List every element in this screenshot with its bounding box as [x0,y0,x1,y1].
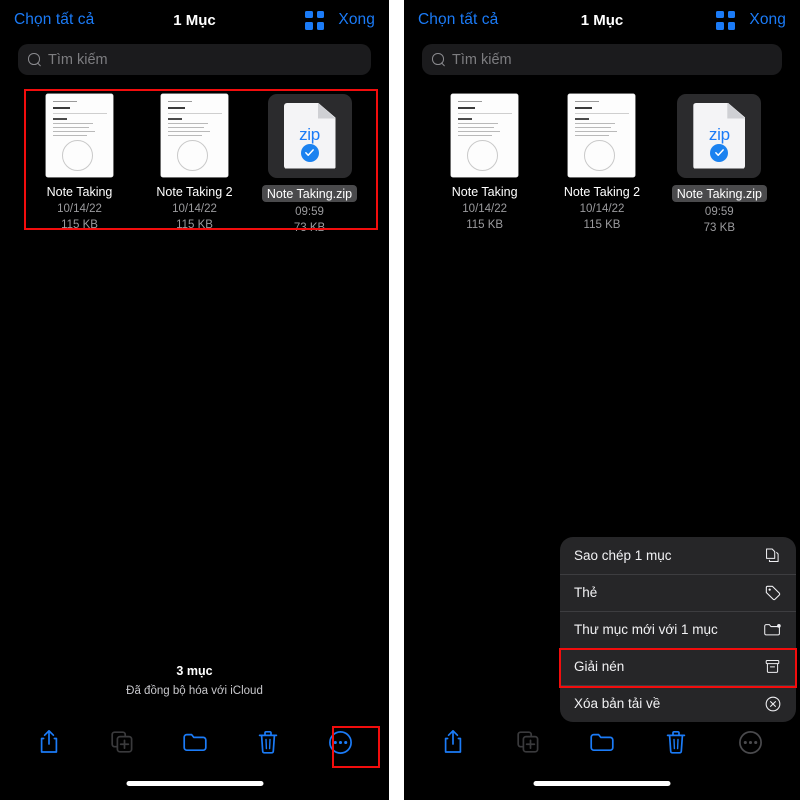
tag-icon [763,583,782,602]
home-indicator [126,781,263,786]
document-icon [568,94,636,177]
screenshot-stage: Chọn tất cả 1 Mục Xong Tìm kiếm Note Tak… [0,0,800,800]
list-item[interactable]: zip Note Taking.zip 09:59 73 KB [252,93,367,234]
right-bottom-toolbar [404,722,800,762]
home-indicator [533,781,671,786]
trash-button[interactable] [656,725,696,759]
menu-item-label: Thẻ [574,585,598,600]
document-icon [46,94,113,177]
file-thumbnail [441,93,529,178]
list-item[interactable]: zip Note Taking.zip 09:59 73 KB [661,93,778,234]
search-icon [432,53,445,66]
duplicate-button[interactable] [508,725,548,759]
menu-item-new-folder[interactable]: Thư mục mới với 1 mục [560,611,796,648]
menu-item-unzip[interactable]: Giải nén [560,648,796,685]
left-status-block: 3 mục Đã đồng bộ hóa với iCloud [0,664,389,697]
file-name: Note Taking 2 [156,185,233,199]
more-button[interactable] [731,725,771,759]
list-item[interactable]: Note Taking 2 10/14/22 115 KB [543,93,660,234]
folder-button[interactable] [582,725,622,759]
file-date: 10/14/22 [172,203,217,215]
share-button[interactable] [433,725,473,759]
file-name: Note Taking 2 [563,185,641,199]
done-button[interactable]: Xong [338,11,375,29]
file-size: 115 KB [176,219,213,231]
grid-view-icon[interactable] [716,10,736,30]
duplicate-button[interactable] [102,725,142,759]
file-date: 10/14/22 [57,203,102,215]
list-item[interactable]: Note Taking 2 10/14/22 115 KB [137,93,252,234]
archive-icon [763,657,782,676]
file-size: 115 KB [583,219,621,231]
search-input[interactable]: Tìm kiếm [422,44,782,75]
zip-selected-tile: zip [677,93,762,178]
file-size: 115 KB [466,219,504,231]
file-name: Note Taking.zip [671,185,767,202]
right-navbar: Chọn tất cả 1 Mục Xong [404,0,800,40]
search-placeholder: Tìm kiếm [452,51,512,68]
menu-item-label: Thư mục mới với 1 mục [574,622,718,637]
search-placeholder: Tìm kiếm [48,51,108,68]
grid-view-icon[interactable] [305,10,325,30]
file-thumbnail: zip [266,93,354,178]
menu-item-label: Giải nén [574,659,625,674]
file-name: Note Taking.zip [261,185,358,202]
search-input[interactable]: Tìm kiếm [18,44,371,75]
file-thumbnail [36,93,124,178]
remove-download-icon [763,694,782,713]
right-file-grid: Note Taking 10/14/22 115 KB Note Taking … [404,79,800,234]
selected-check-badge-icon [710,143,729,162]
file-size: 73 KB [703,222,735,234]
file-thumbnail [558,93,646,178]
file-name: Note Taking [46,185,113,199]
folder-button[interactable] [175,725,215,759]
left-search-wrap: Tìm kiếm [0,40,389,75]
menu-item-label: Xóa bản tải về [574,696,661,711]
context-menu: Sao chép 1 mục Thẻ Thư mục mới với 1 mục… [560,537,796,722]
item-count: 3 mục [176,664,213,678]
select-all-button[interactable]: Chọn tất cả [418,11,498,29]
right-phone-screen: Chọn tất cả 1 Mục Xong Tìm kiếm Note Tak… [404,0,800,800]
document-icon [451,94,519,177]
file-thumbnail: zip [675,93,763,178]
menu-item-tags[interactable]: Thẻ [560,574,796,611]
left-navbar: Chọn tất cả 1 Mục Xong [0,0,389,40]
trash-button[interactable] [248,725,288,759]
zip-file-icon: zip [283,102,336,169]
copy-icon [763,546,782,565]
panel-divider [389,0,404,800]
list-item[interactable]: Note Taking 10/14/22 115 KB [22,93,137,234]
done-button[interactable]: Xong [749,11,786,29]
new-folder-icon [763,620,782,639]
file-size: 115 KB [61,219,98,231]
left-phone-screen: Chọn tất cả 1 Mục Xong Tìm kiếm Note Tak… [0,0,389,800]
file-thumbnail [151,93,239,178]
zip-file-icon: zip [693,102,746,169]
left-bottom-toolbar [0,722,389,762]
document-icon [161,94,228,177]
selected-check-badge-icon [300,143,319,162]
zip-selected-tile: zip [267,93,352,178]
search-icon [28,53,41,66]
left-file-grid: Note Taking 10/14/22 115 KB Note Taking … [0,79,389,234]
more-button[interactable] [321,725,361,759]
menu-item-label: Sao chép 1 mục [574,548,672,563]
file-date: 10/14/22 [579,203,625,215]
file-date: 09:59 [295,206,324,218]
file-size: 73 KB [293,222,326,234]
file-date: 09:59 [704,206,734,218]
menu-item-copy[interactable]: Sao chép 1 mục [560,537,796,574]
list-item[interactable]: Note Taking 10/14/22 115 KB [426,93,543,234]
right-search-wrap: Tìm kiếm [404,40,800,75]
file-name: Note Taking [451,185,518,199]
menu-item-remove-download[interactable]: Xóa bản tải về [560,685,796,722]
select-all-button[interactable]: Chọn tất cả [14,11,94,29]
share-button[interactable] [29,725,69,759]
file-date: 10/14/22 [462,203,508,215]
sync-status: Đã đồng bộ hóa với iCloud [126,685,263,697]
